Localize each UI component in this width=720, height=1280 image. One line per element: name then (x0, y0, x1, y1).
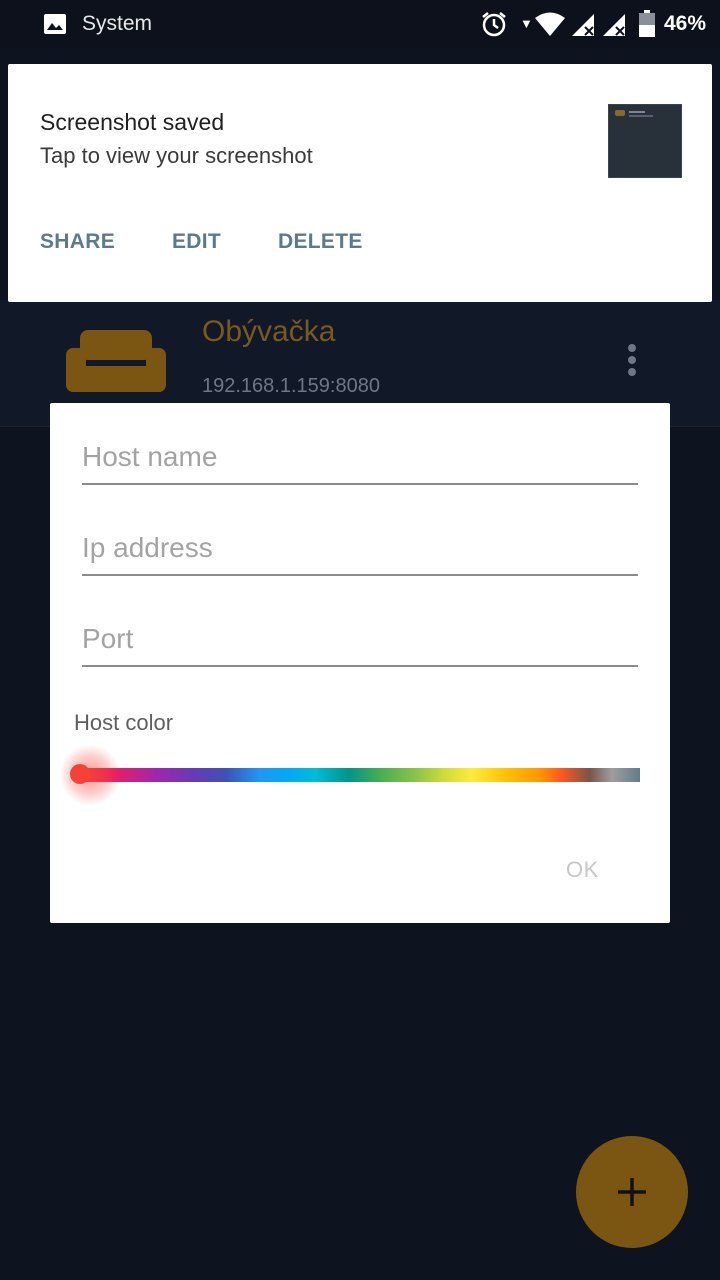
add-host-button[interactable] (576, 1136, 688, 1248)
host-name-input[interactable] (82, 433, 638, 481)
signal-icon (603, 14, 625, 36)
wifi-icon (535, 12, 565, 36)
color-slider-halo (60, 745, 120, 805)
add-host-dialog: Host color OK (50, 403, 670, 923)
download-arrow-icon: ▼ (520, 16, 533, 31)
host-address: 192.168.1.159:8080 (202, 375, 380, 397)
color-slider-track[interactable] (80, 768, 640, 782)
battery-percent: 46% (664, 12, 707, 35)
sofa-icon (66, 330, 166, 392)
host-color-label: Host color (74, 710, 174, 735)
status-app-name: System (82, 12, 153, 35)
battery-icon (639, 10, 655, 37)
ip-address-field[interactable] (82, 524, 638, 576)
port-field[interactable] (82, 615, 638, 667)
status-bar: System ▼ 46% (0, 0, 720, 48)
screenshot-notification[interactable]: Screenshot saved Tap to view your screen… (8, 64, 712, 302)
alarm-icon (482, 12, 506, 37)
host-name-field[interactable] (82, 433, 638, 485)
notification-title: Screenshot saved (40, 109, 225, 135)
ok-button[interactable]: OK (566, 857, 599, 883)
edit-button[interactable]: EDIT (172, 230, 221, 254)
delete-button[interactable]: DELETE (278, 230, 363, 254)
image-icon (44, 14, 66, 34)
ip-address-input[interactable] (82, 524, 638, 572)
share-button[interactable]: SHARE (40, 230, 115, 254)
screenshot-thumbnail[interactable] (608, 104, 682, 178)
more-vert-icon[interactable] (624, 344, 640, 384)
signal-icon (572, 14, 594, 36)
color-slider-thumb[interactable] (70, 764, 90, 784)
port-input[interactable] (82, 615, 638, 663)
plus-icon (618, 1178, 646, 1206)
host-name: Obývačka (202, 315, 336, 348)
notification-text: Tap to view your screenshot (40, 143, 313, 168)
